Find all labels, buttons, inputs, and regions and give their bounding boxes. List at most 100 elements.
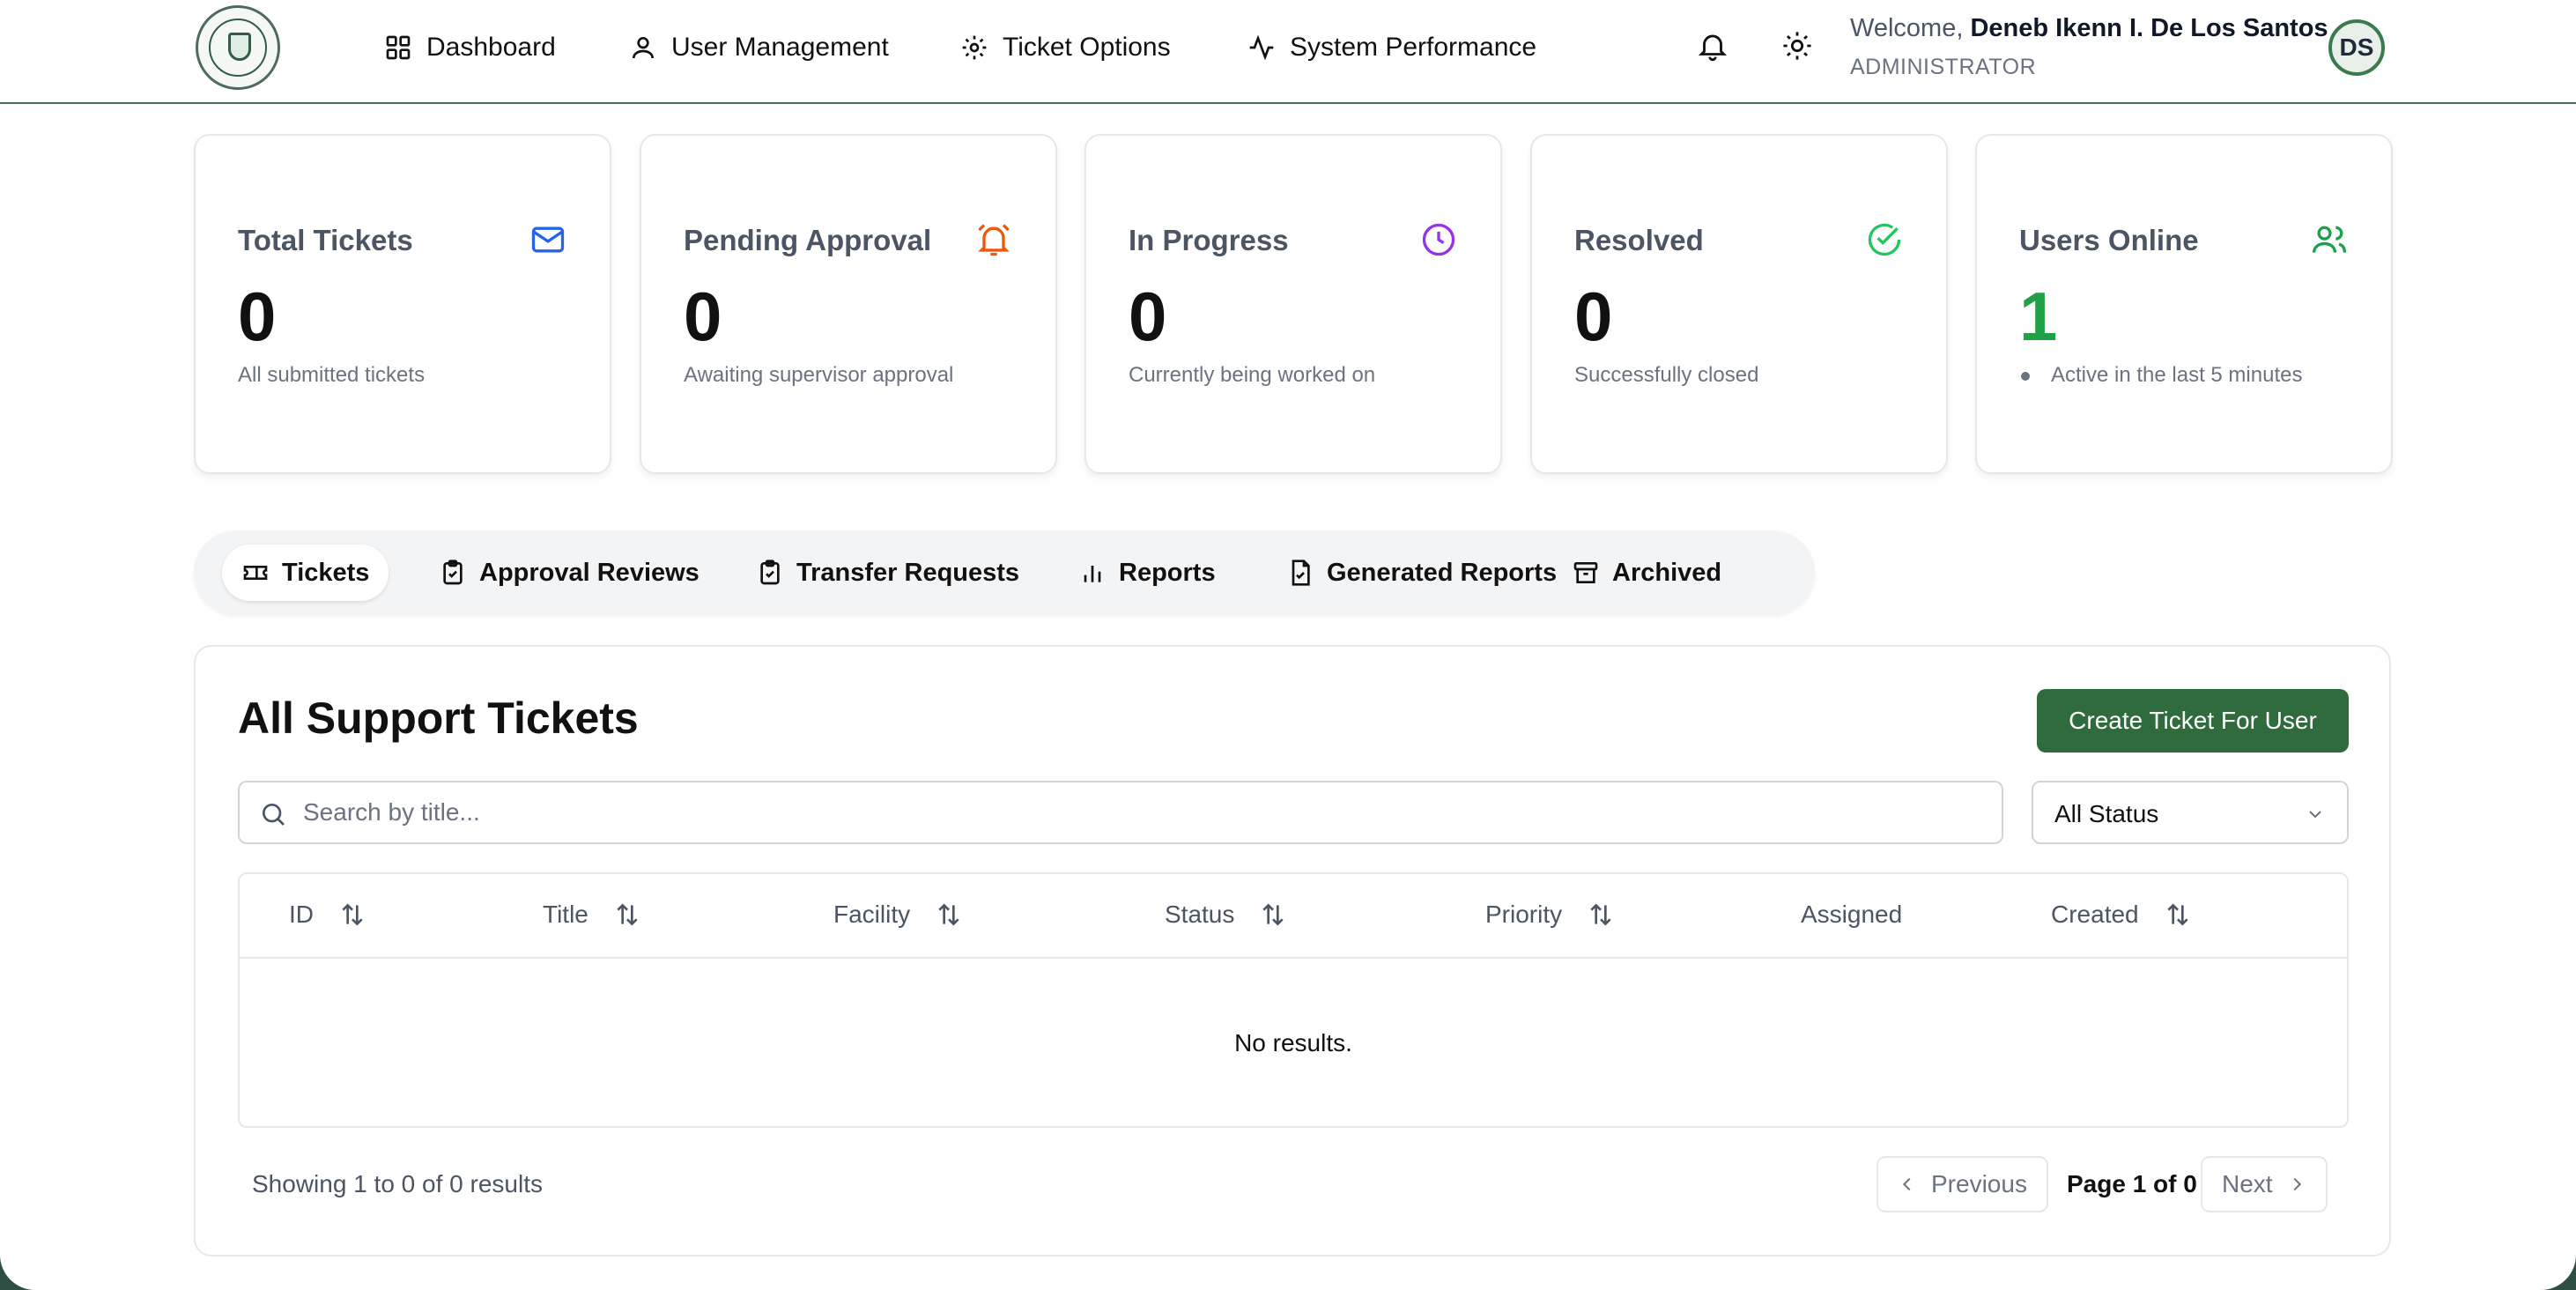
- column-header-id[interactable]: ID: [289, 901, 366, 929]
- top-navigation-bar: Dashboard User Management Ticket Options…: [0, 0, 2576, 104]
- support-tickets-panel: All Support Tickets Create Ticket For Us…: [194, 645, 2391, 1257]
- nav-dashboard[interactable]: Dashboard: [384, 25, 556, 70]
- logo-shield-icon: [228, 33, 251, 61]
- stat-value: 0: [684, 278, 722, 355]
- tab-approval-reviews[interactable]: Approval Reviews: [419, 545, 719, 601]
- table-header: ID Title Facility Status Priority Assign…: [240, 874, 2347, 959]
- column-header-status[interactable]: Status: [1165, 901, 1287, 929]
- clipboard-check-icon: [760, 560, 780, 585]
- tab-label: Transfer Requests: [796, 558, 1020, 587]
- tab-label: Reports: [1119, 558, 1216, 587]
- column-header-priority[interactable]: Priority: [1485, 901, 1615, 929]
- welcome-text: Welcome, Deneb Ikenn I. De Los Santos: [1850, 14, 2328, 43]
- next-label: Next: [2222, 1170, 2273, 1197]
- sort-icon: [342, 903, 363, 926]
- avatar[interactable]: DS: [2328, 19, 2385, 76]
- stat-card-pending-approval: Pending Approval 0 Awaiting supervisor a…: [640, 134, 1057, 474]
- mail-icon: [531, 226, 565, 253]
- users-icon: [2312, 226, 2347, 253]
- online-status-dot: [2021, 372, 2030, 381]
- page-title: All Support Tickets: [238, 693, 639, 743]
- column-header-facility[interactable]: Facility: [833, 901, 963, 929]
- section-tabs: Tickets Approval Reviews Transfer Reques…: [194, 530, 1815, 615]
- nav-user-management-label: User Management: [671, 33, 889, 62]
- previous-label: Previous: [1931, 1170, 2027, 1197]
- dashboard-grid-icon: [386, 35, 411, 60]
- stat-description: Awaiting supervisor approval: [684, 363, 954, 387]
- previous-page-button[interactable]: Previous: [1876, 1156, 2048, 1212]
- column-label: Priority: [1485, 901, 1563, 928]
- column-header-created[interactable]: Created: [2051, 901, 2192, 929]
- sun-icon: [1783, 32, 1811, 60]
- column-label: Assigned: [1801, 901, 1903, 928]
- notifications-button[interactable]: [1690, 23, 1736, 69]
- alarm-icon: [978, 224, 1010, 256]
- stat-value: 0: [238, 278, 277, 355]
- next-page-button[interactable]: Next: [2201, 1156, 2328, 1212]
- empty-state-text: No results.: [1234, 1029, 1352, 1056]
- sort-icon: [938, 903, 959, 926]
- stat-value: 1: [2019, 278, 2058, 355]
- stat-value: 0: [1574, 278, 1613, 355]
- nav-user-management[interactable]: User Management: [629, 25, 889, 70]
- sort-icon: [2167, 903, 2188, 926]
- tab-generated-reports[interactable]: Generated Reports: [1267, 545, 1576, 601]
- stat-label: In Progress: [1129, 224, 1289, 256]
- column-header-title[interactable]: Title: [543, 901, 641, 929]
- tab-archived[interactable]: Archived: [1552, 545, 1741, 601]
- column-label: Status: [1165, 901, 1235, 928]
- sort-icon: [1262, 903, 1284, 926]
- tab-label: Archived: [1612, 558, 1722, 587]
- organization-logo[interactable]: [196, 5, 280, 90]
- bell-icon: [1698, 34, 1728, 62]
- nav-system-performance[interactable]: System Performance: [1247, 25, 1536, 70]
- nav-dashboard-label: Dashboard: [426, 33, 556, 62]
- column-header-assigned: Assigned: [1801, 901, 1902, 929]
- tab-label: Generated Reports: [1327, 558, 1558, 587]
- stat-description: All submitted tickets: [238, 363, 426, 387]
- stat-card-in-progress: In Progress 0 Currently being worked on: [1084, 134, 1502, 474]
- stat-card-resolved: Resolved 0 Successfully closed: [1530, 134, 1948, 474]
- tab-label: Tickets: [282, 558, 370, 587]
- theme-toggle-button[interactable]: [1774, 23, 1820, 69]
- stat-label: Resolved: [1574, 224, 1704, 256]
- sort-icon: [617, 903, 638, 926]
- stat-description: Active in the last 5 minutes: [2051, 363, 2303, 387]
- file-check-icon: [1292, 560, 1310, 586]
- activity-icon: [1249, 34, 1274, 61]
- tab-transfer-requests[interactable]: Transfer Requests: [737, 545, 1039, 601]
- search-icon: [263, 804, 285, 826]
- stat-card-total-tickets: Total Tickets 0 All submitted tickets: [194, 134, 611, 474]
- chevron-down-icon: [2309, 811, 2321, 819]
- stat-label: Pending Approval: [684, 224, 932, 256]
- check-circle-icon: [1868, 223, 1901, 256]
- tab-tickets[interactable]: Tickets: [222, 545, 389, 601]
- column-label: Title: [543, 901, 588, 928]
- status-filter-value: All Status: [2054, 800, 2159, 827]
- user-role: ADMINISTRATOR: [1850, 55, 2037, 79]
- ticket-icon: [243, 566, 268, 580]
- stat-description: Currently being worked on: [1129, 363, 1376, 387]
- column-label: ID: [289, 901, 314, 928]
- search-box: [238, 781, 2003, 844]
- sort-icon: [1590, 903, 1611, 926]
- clock-icon: [1422, 223, 1455, 256]
- column-label: Facility: [833, 901, 911, 928]
- stat-card-users-online: Users Online 1 Active in the last 5 minu…: [1975, 134, 2393, 474]
- page-indicator: Page 1 of 0: [2067, 1170, 2197, 1197]
- nav-ticket-options[interactable]: Ticket Options: [960, 25, 1171, 70]
- clipboard-check-icon: [443, 560, 463, 585]
- stat-label: Total Tickets: [238, 224, 413, 256]
- page: Dashboard User Management Ticket Options…: [0, 0, 2576, 1290]
- tickets-table: ID Title Facility Status Priority Assign…: [238, 872, 2349, 1128]
- nav-ticket-options-label: Ticket Options: [1003, 33, 1171, 62]
- create-ticket-button[interactable]: Create Ticket For User: [2037, 689, 2349, 752]
- gear-icon: [962, 35, 987, 60]
- stat-description: Successfully closed: [1574, 363, 1759, 387]
- nav-system-performance-label: System Performance: [1290, 33, 1537, 62]
- tab-reports[interactable]: Reports: [1059, 545, 1235, 601]
- status-filter-select[interactable]: All Status: [2032, 781, 2349, 844]
- welcome-prefix: Welcome,: [1850, 14, 1964, 42]
- bar-chart-icon: [1084, 566, 1101, 582]
- search-input[interactable]: [303, 793, 1977, 832]
